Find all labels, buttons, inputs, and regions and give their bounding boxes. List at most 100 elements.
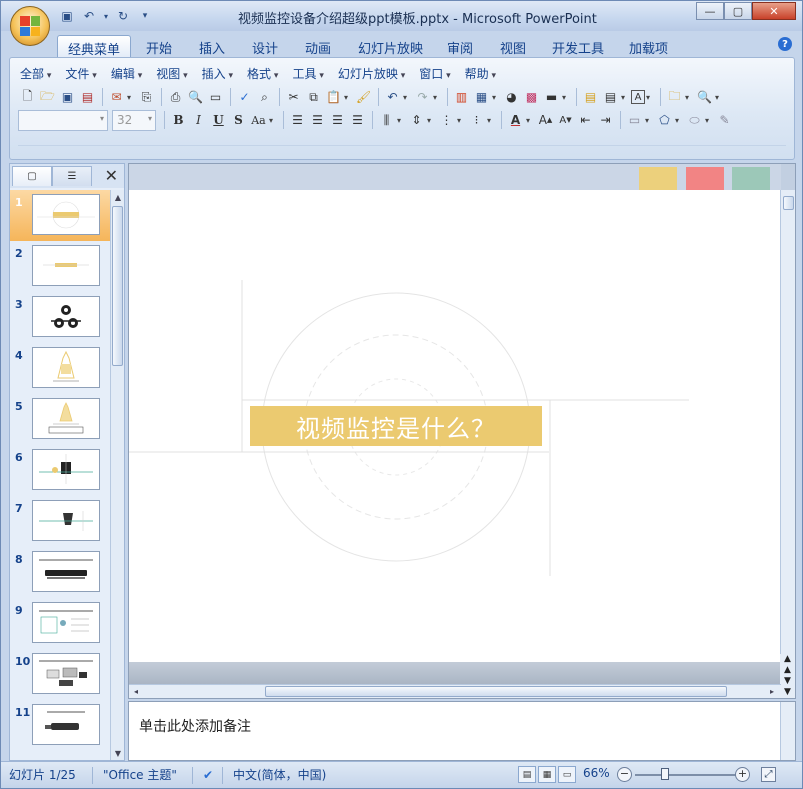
save-icon[interactable]: ▣	[57, 7, 77, 25]
tab-insert[interactable]: 插入	[199, 35, 225, 57]
font-color-icon[interactable]: A	[506, 111, 525, 130]
publish-icon[interactable]: ⎘	[137, 88, 156, 107]
normal-view-icon[interactable]: ▤	[518, 766, 536, 783]
tab-outline[interactable]: ☰	[52, 166, 92, 186]
columns-icon[interactable]: ⫼	[377, 111, 396, 130]
notes-scrollbar[interactable]	[780, 702, 795, 760]
menu-insert[interactable]: 插入	[202, 65, 233, 83]
scroll-thumb[interactable]	[265, 686, 727, 697]
arrange-icon[interactable]: ▭	[625, 111, 644, 130]
thumbnail-6[interactable]: 6	[10, 445, 110, 496]
next-slide-icon[interactable]: ▼ ▼	[780, 676, 795, 698]
cut-icon[interactable]: ✂	[284, 88, 303, 107]
email-icon[interactable]: ✉	[107, 88, 126, 107]
undo-icon[interactable]: ↶	[383, 88, 402, 107]
slide-horizontal-scrollbar[interactable]: ◂ ▸	[129, 684, 781, 698]
menu-file[interactable]: 文件	[65, 65, 96, 83]
change-case-button[interactable]: Aa	[249, 111, 268, 130]
numbered-list-icon[interactable]: ⋮	[437, 111, 456, 130]
permission-icon[interactable]: ▤	[78, 88, 97, 107]
shape-fill-icon[interactable]: ⬭	[685, 111, 704, 130]
zoom-slider-track[interactable]	[635, 774, 737, 776]
thumbnail-3[interactable]: 3	[10, 292, 110, 343]
find-icon[interactable]: 🔍	[695, 88, 714, 107]
line-spacing-icon[interactable]: ⇕	[407, 111, 426, 130]
clipart-icon[interactable]: ◕	[502, 88, 521, 107]
undo-icon[interactable]: ↶	[79, 7, 99, 25]
folder-icon[interactable]: 🗀	[665, 88, 684, 107]
tab-slideshow[interactable]: 幻灯片放映	[358, 35, 423, 57]
thumbnail-9[interactable]: 9	[10, 598, 110, 649]
menu-edit[interactable]: 编辑	[111, 65, 142, 83]
font-name-dropdown[interactable]: ▾	[18, 109, 108, 131]
paste-icon[interactable]: 📋	[324, 88, 343, 107]
align-right-icon[interactable]: ☰	[328, 111, 347, 130]
shrink-font-icon[interactable]: A ▼	[556, 111, 575, 130]
shadow-button[interactable]: S	[229, 111, 248, 130]
language-indicator[interactable]: 中文(简体，中国)	[223, 767, 336, 784]
format-painter-icon[interactable]: 🖌	[354, 88, 373, 107]
thumbnail-4[interactable]: 4	[10, 343, 110, 394]
thumbnail-7[interactable]: 7	[10, 496, 110, 547]
thumbnail-8[interactable]: 8	[10, 547, 110, 598]
slide-vertical-scrollbar[interactable]	[780, 190, 795, 662]
thumbnail-scrollbar[interactable]: ▲ ▼	[110, 190, 124, 760]
prev-slide-icon[interactable]: ▲ ▲	[780, 654, 795, 676]
new-icon[interactable]: 🗋	[18, 88, 37, 107]
notes-pane[interactable]: 单击此处添加备注	[128, 701, 796, 761]
research-icon[interactable]: ⌕	[255, 88, 274, 107]
thumbnail-2[interactable]: 2	[10, 241, 110, 292]
print-icon[interactable]: ⎙	[166, 88, 185, 107]
close-icon[interactable]: ✕	[105, 166, 118, 185]
font-size-dropdown[interactable]: 32 ▾	[112, 109, 156, 131]
tab-view[interactable]: 视图	[500, 35, 526, 57]
menu-slideshow[interactable]: 幻灯片放映	[338, 65, 405, 83]
grow-font-icon[interactable]: A ▲	[536, 111, 555, 130]
redo-icon[interactable]: ↷	[413, 88, 432, 107]
tab-design[interactable]: 设计	[252, 35, 278, 57]
open-icon[interactable]: 🗁	[38, 88, 57, 107]
close-button[interactable]: ✕	[752, 2, 796, 20]
slide-sorter-icon[interactable]: ▦	[538, 766, 556, 783]
tab-developer[interactable]: 开发工具	[552, 35, 604, 57]
table-icon[interactable]: ▦	[472, 88, 491, 107]
menu-window[interactable]: 窗口	[419, 65, 450, 83]
align-center-icon[interactable]: ☰	[308, 111, 327, 130]
scroll-thumb[interactable]	[112, 206, 123, 366]
help-icon[interactable]: ?	[778, 37, 792, 51]
shapes-icon[interactable]: ⬠	[655, 111, 674, 130]
scroll-thumb[interactable]	[783, 196, 794, 210]
chevron-down-icon[interactable]: ▾	[101, 7, 111, 25]
tab-review[interactable]: 审阅	[447, 35, 473, 57]
spelling-icon[interactable]: ✓	[235, 88, 254, 107]
slide-title[interactable]: 视频监控是什么？	[250, 406, 542, 446]
office-button[interactable]	[10, 6, 50, 46]
menu-format[interactable]: 格式	[247, 65, 278, 83]
tab-animations[interactable]: 动画	[305, 35, 331, 57]
increase-indent-icon[interactable]: ⇥	[596, 111, 615, 130]
thumbnail-5[interactable]: 5	[10, 394, 110, 445]
bold-button[interactable]: B	[169, 111, 188, 130]
picture-icon[interactable]: ▩	[522, 88, 541, 107]
scroll-up-icon[interactable]: ▲	[111, 190, 125, 204]
fit-to-window-icon[interactable]: ⤢	[761, 767, 776, 782]
tab-addins[interactable]: 加载项	[629, 35, 668, 57]
justify-icon[interactable]: ☰	[348, 111, 367, 130]
tab-classic-menu[interactable]: 经典菜单	[57, 35, 132, 58]
zoom-level[interactable]: 66%	[583, 766, 610, 780]
shape-outline-icon[interactable]: ✎	[715, 111, 734, 130]
tab-slides[interactable]: ▢	[12, 166, 52, 186]
align-left-icon[interactable]: ☰	[288, 111, 307, 130]
save-icon[interactable]: ▣	[58, 88, 77, 107]
thumbnail-10[interactable]: 10	[10, 649, 110, 700]
scroll-left-icon[interactable]: ◂	[131, 685, 141, 697]
color-fill-icon[interactable]: ▬	[542, 88, 561, 107]
decrease-indent-icon[interactable]: ⇤	[576, 111, 595, 130]
thumbnail-11[interactable]: 11	[10, 700, 110, 751]
slideshow-view-icon[interactable]: ▭	[558, 766, 576, 783]
print-preview-icon[interactable]: 🔍	[186, 88, 205, 107]
textbox-icon[interactable]: A	[631, 90, 645, 104]
slide-canvas[interactable]: 视频监控是什么？	[129, 190, 781, 662]
copy-icon[interactable]: ⧉	[304, 88, 323, 107]
zoom-out-icon[interactable]: −	[617, 767, 632, 782]
